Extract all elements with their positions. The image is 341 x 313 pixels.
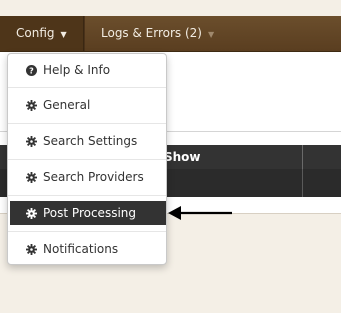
caret-down-icon: ▼	[208, 29, 215, 39]
menu-item-post-processing[interactable]: Post Processing	[10, 201, 166, 225]
column-divider	[302, 145, 303, 169]
menu-item-general[interactable]: General	[8, 90, 166, 120]
question-circle-icon: ?	[25, 64, 37, 76]
column-divider	[302, 169, 303, 197]
menu-item-search-providers[interactable]: Search Providers	[8, 162, 166, 192]
menu-item-help-info[interactable]: ? Help & Info	[8, 55, 166, 85]
menu-divider	[8, 195, 166, 196]
menu-item-label: Notifications	[43, 242, 119, 256]
gear-icon	[25, 207, 37, 219]
caret-down-icon: ▼	[60, 29, 67, 39]
menu-item-label: Help & Info	[43, 63, 111, 77]
menu-item-notifications[interactable]: Notifications	[8, 234, 166, 264]
config-dropdown-menu: ? Help & Info General Search Settings Se…	[7, 53, 167, 265]
menu-divider	[8, 231, 166, 232]
config-menu-button[interactable]: Config ▼	[0, 16, 83, 51]
menu-item-label: Post Processing	[43, 206, 136, 220]
menu-item-label: Search Settings	[43, 134, 138, 148]
logs-errors-menu-button[interactable]: Logs & Errors (2) ▼	[84, 16, 224, 51]
menu-divider	[8, 159, 166, 160]
config-label: Config	[16, 26, 55, 40]
column-header-show: Show	[164, 150, 201, 164]
gear-icon	[25, 171, 37, 183]
logs-errors-label: Logs & Errors (2)	[101, 26, 202, 40]
menu-item-label: General	[43, 98, 91, 112]
gear-icon	[25, 135, 37, 147]
menu-item-search-settings[interactable]: Search Settings	[8, 126, 166, 156]
top-navbar: Config ▼ Logs & Errors (2) ▼	[0, 16, 341, 52]
gear-icon	[25, 99, 37, 111]
pointer-arrow-icon	[168, 206, 232, 220]
menu-divider	[8, 87, 166, 88]
menu-item-label: Search Providers	[43, 170, 144, 184]
svg-text:?: ?	[29, 66, 34, 75]
menu-divider	[8, 123, 166, 124]
gear-icon	[25, 243, 37, 255]
